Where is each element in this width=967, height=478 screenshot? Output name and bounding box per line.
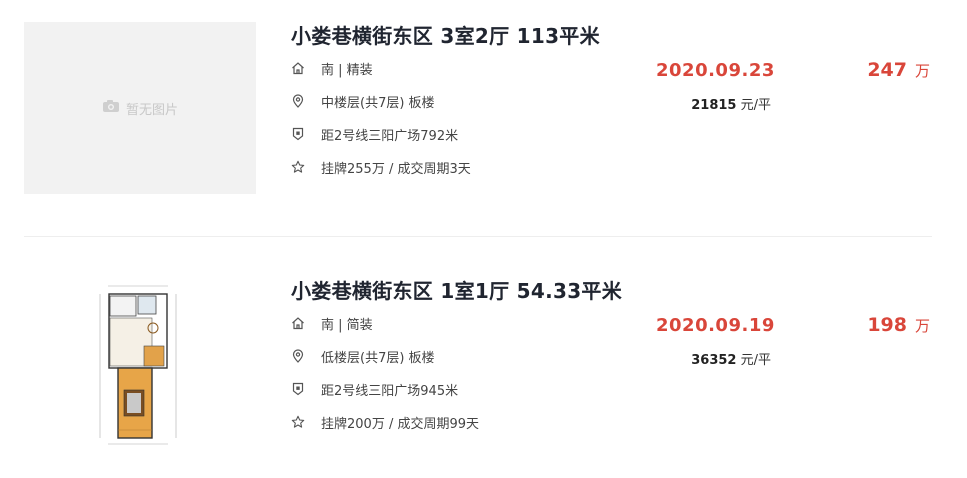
total-price-unit: 万 <box>914 62 930 80</box>
metro-icon <box>291 382 305 396</box>
unit-price-value: 21815 <box>691 98 737 113</box>
orientation-decoration: 南 | 简装 <box>321 317 373 333</box>
star-icon <box>291 160 305 174</box>
star-icon <box>291 415 305 429</box>
orientation-decoration: 南 | 精装 <box>321 62 373 78</box>
metro-text: 距2号线三阳广场792米 <box>321 128 459 144</box>
listing-thumbnail-placeholder[interactable]: 暂无图片 <box>24 22 256 194</box>
total-price: 247 万 <box>840 59 930 81</box>
deal-date: 2020.09.19 <box>656 315 775 336</box>
divider <box>24 236 932 237</box>
unit-price: 21815 元/平 <box>660 94 771 113</box>
unit-price-unit: 元/平 <box>740 353 771 368</box>
metro-info: 距2号线三阳广场945米 <box>291 379 458 399</box>
listing-info: 挂牌255万 / 成交周期3天 <box>291 157 471 177</box>
listing-title[interactable]: 小娄巷横街东区 3室2厅 113平米 <box>291 20 600 49</box>
house-icon <box>291 316 305 330</box>
unit-price-value: 36352 <box>691 353 737 368</box>
floor-plan-image[interactable] <box>96 272 180 448</box>
location-pin-icon <box>291 349 305 363</box>
floor-text: 中楼层(共7层) 板楼 <box>321 95 435 111</box>
location-pin-icon <box>291 94 305 108</box>
unit-price: 36352 元/平 <box>660 349 771 368</box>
house-icon <box>291 61 305 75</box>
listing-title[interactable]: 小娄巷横街东区 1室1厅 54.33平米 <box>291 275 622 304</box>
camera-icon <box>102 99 120 117</box>
listing-info: 挂牌200万 / 成交周期99天 <box>291 412 479 432</box>
total-price-unit: 万 <box>914 317 930 335</box>
metro-icon <box>291 127 305 141</box>
unit-price-unit: 元/平 <box>740 98 771 113</box>
listing-info-text: 挂牌200万 / 成交周期99天 <box>321 416 479 432</box>
house-info: 南 | 精装 <box>291 58 373 78</box>
house-info: 南 | 简装 <box>291 313 373 333</box>
metro-info: 距2号线三阳广场792米 <box>291 124 458 144</box>
floor-info: 中楼层(共7层) 板楼 <box>291 91 435 111</box>
total-price: 198 万 <box>840 314 930 336</box>
total-price-value: 198 <box>867 314 907 336</box>
floor-text: 低楼层(共7层) 板楼 <box>321 350 435 366</box>
floor-info: 低楼层(共7层) 板楼 <box>291 346 435 366</box>
no-image-text: 暂无图片 <box>125 102 178 118</box>
total-price-value: 247 <box>867 59 907 81</box>
listing-info-text: 挂牌255万 / 成交周期3天 <box>321 161 471 177</box>
metro-text: 距2号线三阳广场945米 <box>321 383 459 399</box>
deal-date: 2020.09.23 <box>656 60 775 81</box>
